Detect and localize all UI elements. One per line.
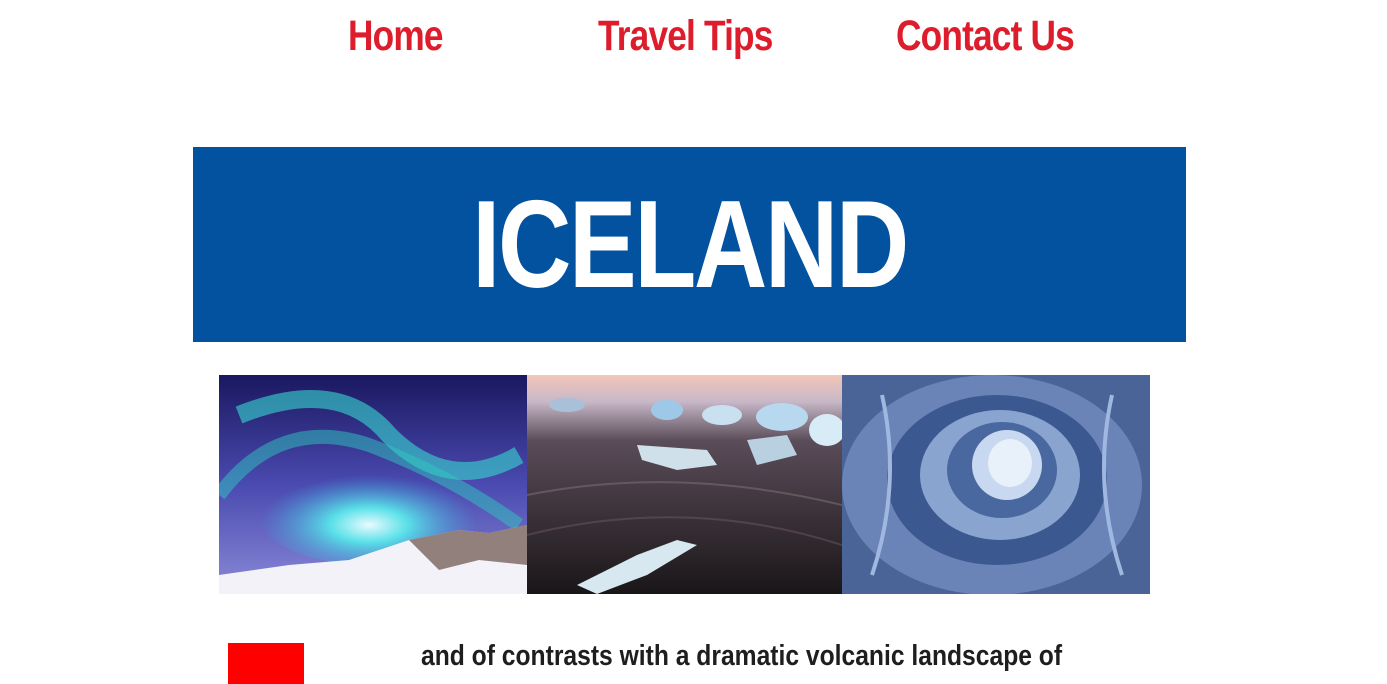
red-accent-block [228, 643, 304, 684]
ice-cave-photo [842, 375, 1150, 594]
intro-paragraph: and of contrasts with a dramatic volcani… [421, 640, 1063, 672]
ice-beach-photo [527, 375, 842, 594]
nav-link-home[interactable]: Home [348, 12, 444, 61]
nav-link-travel-tips[interactable]: Travel Tips [598, 12, 773, 61]
aurora-photo [219, 375, 527, 594]
hero-title: ICELAND [472, 176, 909, 314]
nav-link-contact-us[interactable]: Contact Us [896, 12, 1075, 61]
hero-banner: ICELAND [193, 147, 1186, 342]
